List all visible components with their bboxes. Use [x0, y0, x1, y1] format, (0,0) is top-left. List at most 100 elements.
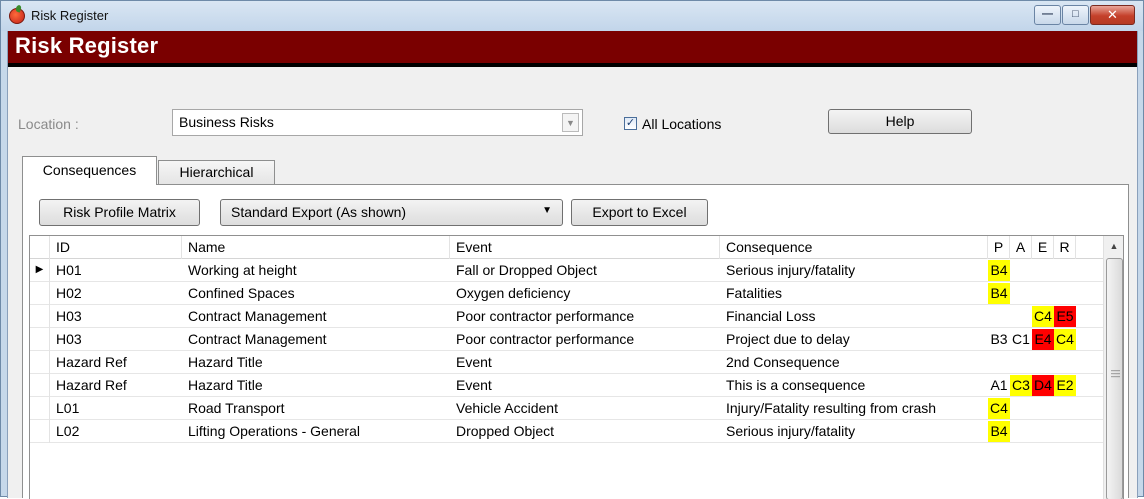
rating-p: A1: [990, 377, 1008, 393]
table-row[interactable]: L01 Road Transport Vehicle Accident Injury/…: [30, 397, 1103, 420]
rating-a: [1010, 306, 1032, 327]
rating-e: [1032, 283, 1054, 304]
scrollbar-thumb[interactable]: — — —: [1106, 258, 1123, 499]
row-indicator[interactable]: [30, 282, 50, 305]
cell-event: Oxygen deficiency: [456, 285, 571, 301]
risk-grid[interactable]: ID Name Event Consequence P A E R ▶ H01 Wo…: [29, 235, 1124, 499]
grid-header-row: ID Name Event Consequence P A E R: [30, 236, 1103, 259]
risk-profile-matrix-button[interactable]: Risk Profile Matrix: [39, 199, 200, 226]
row-indicator[interactable]: [30, 420, 50, 443]
cell-id: Hazard Ref: [56, 377, 127, 393]
chevron-down-icon[interactable]: ▼: [562, 113, 579, 132]
table-row[interactable]: L02 Lifting Operations - General Dropped O…: [30, 420, 1103, 443]
all-locations-checkbox[interactable]: ✓: [624, 117, 637, 130]
consequences-panel: Risk Profile Matrix Standard Export (As …: [22, 184, 1129, 499]
rating-a: [1010, 260, 1032, 281]
page-title: Risk Register: [15, 33, 159, 58]
cell-name: Contract Management: [188, 308, 327, 324]
rating-a: C1: [1012, 331, 1030, 347]
current-row-pointer-icon[interactable]: ▶: [30, 259, 50, 282]
rating-p: B4: [988, 421, 1010, 442]
rating-e: C4: [1032, 306, 1054, 327]
location-label: Location :: [18, 116, 79, 132]
rating-p: [988, 306, 1010, 327]
help-button[interactable]: Help: [828, 109, 972, 134]
cell-name: Working at height: [188, 262, 297, 278]
column-header-id[interactable]: ID: [50, 236, 182, 259]
cell-event: Poor contractor performance: [456, 308, 635, 324]
rating-a: [1010, 283, 1032, 304]
title-bar[interactable]: Risk Register — □ ✕: [1, 1, 1143, 31]
cell-id: H01: [56, 262, 82, 278]
cell-consequence: Injury/Fatality resulting from crash: [726, 400, 937, 416]
location-value: Business Risks: [179, 114, 274, 130]
row-indicator[interactable]: [30, 374, 50, 397]
rating-e: E4: [1032, 329, 1054, 350]
rating-a: [1010, 398, 1032, 419]
cell-id: H03: [56, 331, 82, 347]
rating-r: E5: [1054, 306, 1076, 327]
cell-event: Vehicle Accident: [456, 400, 558, 416]
row-indicator[interactable]: [30, 351, 50, 374]
all-locations-label[interactable]: All Locations: [642, 116, 721, 132]
column-header-e[interactable]: E: [1032, 236, 1054, 259]
grip-icon: — — —: [1111, 365, 1120, 381]
cell-consequence: Financial Loss: [726, 308, 816, 324]
cell-name: Hazard Title: [188, 377, 263, 393]
tab-consequences[interactable]: Consequences: [22, 156, 157, 185]
column-header-p[interactable]: P: [988, 236, 1010, 259]
cell-id: Hazard Ref: [56, 354, 127, 370]
close-button[interactable]: ✕: [1090, 5, 1135, 25]
cell-name: Contract Management: [188, 331, 327, 347]
location-dropdown[interactable]: Business Risks ▼: [172, 109, 583, 136]
column-header-consequence[interactable]: Consequence: [720, 236, 988, 259]
rating-a: [1010, 421, 1032, 442]
minimize-button[interactable]: —: [1034, 5, 1061, 25]
cell-consequence: 2nd Consequence: [726, 354, 840, 370]
export-to-excel-button[interactable]: Export to Excel: [571, 199, 708, 226]
table-row[interactable]: H03 Contract Management Poor contractor pe…: [30, 328, 1103, 351]
cell-event: Event: [456, 354, 492, 370]
row-indicator[interactable]: [30, 305, 50, 328]
rating-r: [1054, 260, 1076, 281]
table-row[interactable]: H03 Contract Management Poor contractor pe…: [30, 305, 1103, 328]
rating-r: [1054, 352, 1076, 373]
window-title: Risk Register: [31, 8, 109, 23]
maximize-button[interactable]: □: [1062, 5, 1089, 25]
tab-hierarchical[interactable]: Hierarchical: [158, 160, 275, 185]
rating-r: C4: [1054, 329, 1076, 350]
rating-p: B4: [988, 260, 1010, 281]
table-row[interactable]: Hazard Ref Hazard Title Event This is a con…: [30, 374, 1103, 397]
export-format-dropdown[interactable]: Standard Export (As shown) ▼: [220, 199, 563, 226]
row-indicator[interactable]: [30, 328, 50, 351]
cell-consequence: Project due to delay: [726, 331, 850, 347]
rating-r: [1054, 421, 1076, 442]
cell-name: Lifting Operations - General: [188, 423, 360, 439]
cell-id: L01: [56, 400, 80, 416]
cell-id: L02: [56, 423, 80, 439]
chevron-down-icon[interactable]: ▼: [542, 205, 552, 216]
scroll-up-arrow-icon[interactable]: ▲: [1104, 236, 1123, 256]
vertical-scrollbar[interactable]: ▲ — — —: [1103, 236, 1123, 499]
cell-name: Road Transport: [188, 400, 285, 416]
tomato-app-icon: [9, 8, 25, 24]
row-indicator[interactable]: [30, 397, 50, 420]
column-header-r[interactable]: R: [1054, 236, 1076, 259]
column-header-name[interactable]: Name: [182, 236, 450, 259]
cell-consequence: Serious injury/fatality: [726, 262, 856, 278]
rating-e: [1032, 398, 1054, 419]
risk-register-window: Risk Register — □ ✕ Risk Register Locati…: [0, 0, 1144, 499]
table-row[interactable]: ▶ H01 Working at height Fall or Dropped Obj…: [30, 259, 1103, 282]
rating-r: E2: [1054, 375, 1076, 396]
column-header-a[interactable]: A: [1010, 236, 1032, 259]
cell-consequence: This is a consequence: [726, 377, 866, 393]
cell-event: Poor contractor performance: [456, 331, 635, 347]
column-header-event[interactable]: Event: [450, 236, 720, 259]
rating-p: C4: [988, 398, 1010, 419]
rating-p: B3: [990, 331, 1008, 347]
cell-name: Confined Spaces: [188, 285, 295, 301]
export-format-value: Standard Export (As shown): [231, 204, 407, 220]
table-row[interactable]: Hazard Ref Hazard Title Event 2nd Consequen…: [30, 351, 1103, 374]
rating-e: D4: [1032, 375, 1054, 396]
table-row[interactable]: H02 Confined Spaces Oxygen deficiency Fatal…: [30, 282, 1103, 305]
